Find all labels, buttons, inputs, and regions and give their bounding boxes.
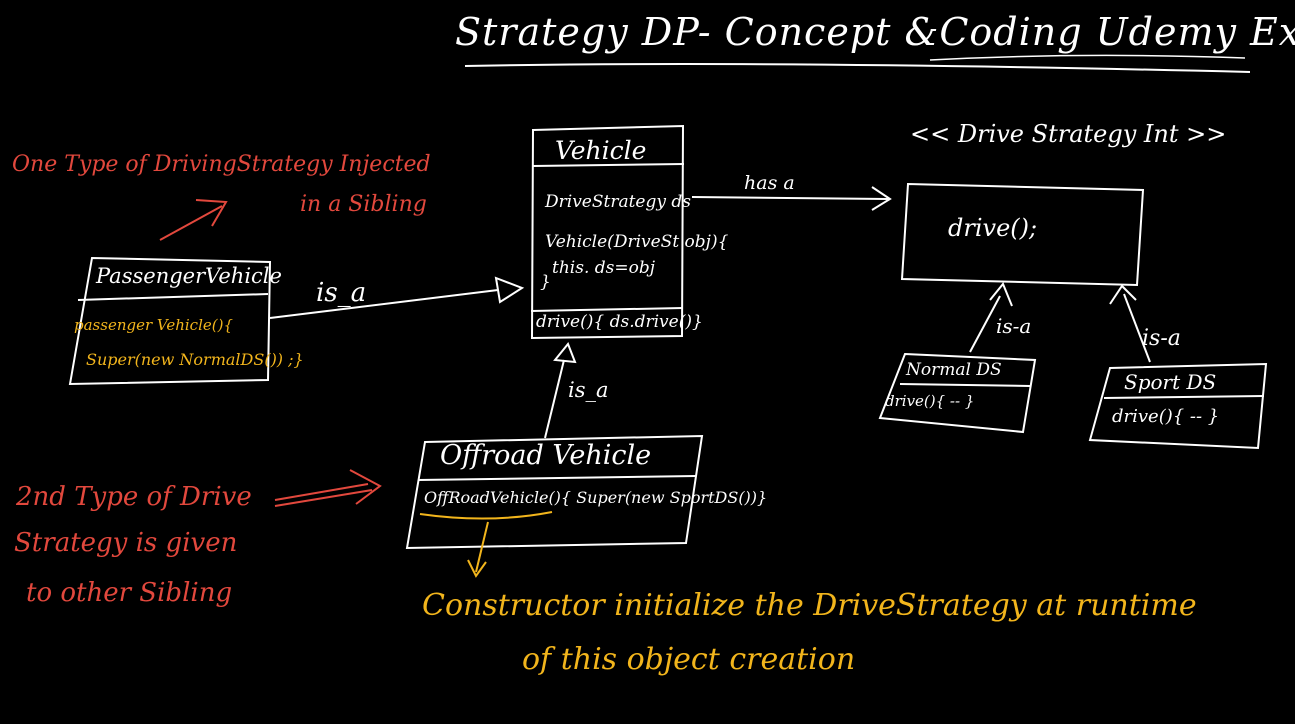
offroad-vehicle-ctor: OffRoadVehicle(){ Super(new SportDS())} <box>424 488 768 507</box>
title-underline-2 <box>929 54 1246 61</box>
note-second-type-line3: to other Sibling <box>26 578 233 608</box>
note-one-type-line2: in a Sibling <box>300 192 427 217</box>
offroad-vehicle-class-name: Offroad Vehicle <box>440 440 652 471</box>
sport-ds-class-name: Sport DS <box>1124 370 1217 394</box>
normal-ds-class-name: Normal DS <box>906 360 1002 380</box>
vehicle-ctor-line1: Vehicle(DriveSt obj){ <box>545 232 729 252</box>
passenger-vehicle-ctor-line2: Super(new NormalDS()) ;} <box>86 350 304 369</box>
passenger-is-a-label: is_a <box>316 278 367 308</box>
has-a-label: has a <box>744 172 795 194</box>
red-arrow-to-offroad <box>274 469 382 507</box>
offroad-is-a-label: is_a <box>568 378 609 402</box>
passenger-is-a-arrow <box>269 276 525 319</box>
vehicle-drive-method: drive(){ ds.drive()} <box>536 312 703 332</box>
vehicle-class-name: Vehicle <box>555 136 647 165</box>
passenger-vehicle-ctor-line1: passenger Vehicle(){ <box>74 316 234 334</box>
note-second-type-line2: Strategy is given <box>14 528 238 558</box>
title-underline <box>464 63 1251 73</box>
yellow-pointer <box>419 511 553 578</box>
sport-is-a-label: is-a <box>1142 326 1181 351</box>
interface-stereotype: << Drive Strategy Int >> <box>910 120 1227 148</box>
red-arrow-to-passenger-note <box>159 199 228 241</box>
interface-drive-method: drive(); <box>948 214 1038 242</box>
vehicle-ctor-close: } <box>540 272 551 292</box>
vehicle-field: DriveStrategy ds <box>545 192 691 212</box>
normal-is-a-label: is-a <box>996 314 1032 338</box>
vehicle-ctor-line2: this. ds=obj <box>552 258 655 278</box>
whiteboard-canvas: Strategy DP- Concept &Coding Udemy Ex : … <box>0 0 1295 724</box>
normal-ds-drive-method: drive(){ -- } <box>885 392 975 410</box>
note-one-type-line1: One Type of DrivingStrategy Injected <box>12 152 431 177</box>
passenger-vehicle-class-name: PassengerVehicle <box>96 264 282 288</box>
sport-ds-drive-method: drive(){ -- } <box>1112 406 1220 427</box>
note-second-type-line1: 2nd Type of Drive <box>16 482 252 512</box>
note-constructor-line2: of this object creation <box>522 642 856 677</box>
note-constructor-line1: Constructor initialize the DriveStrategy… <box>422 588 1197 623</box>
page-title: Strategy DP- Concept &Coding Udemy Ex : <box>455 10 1295 54</box>
